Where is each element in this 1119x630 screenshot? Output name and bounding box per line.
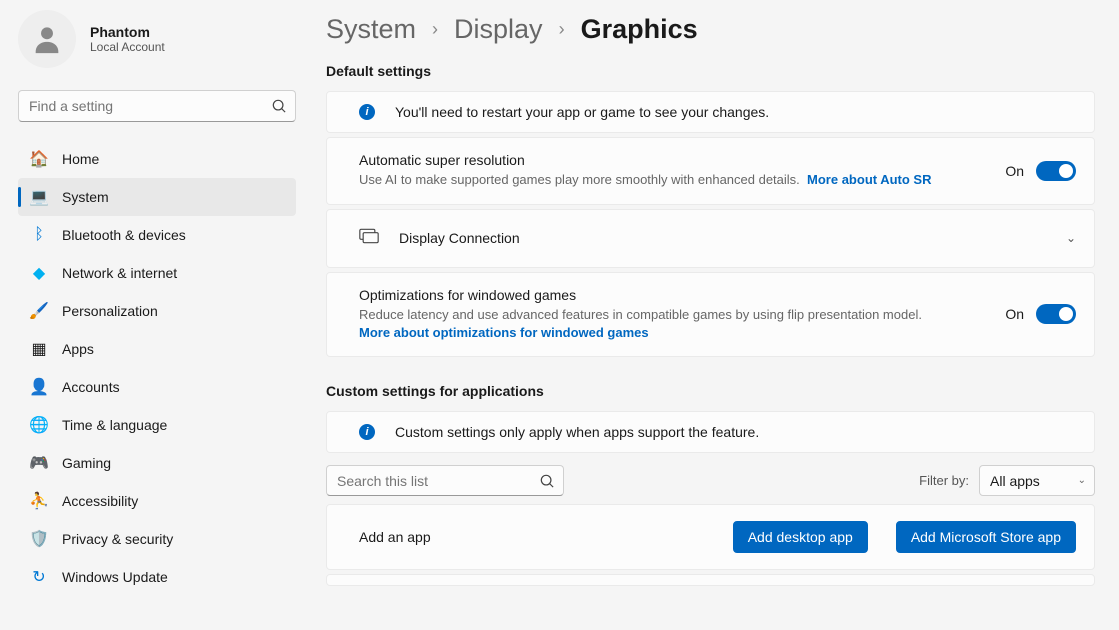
- chevron-down-icon: ⌄: [1066, 231, 1076, 245]
- custom-info-card: i Custom settings only apply when apps s…: [326, 411, 1095, 453]
- filter-value: All apps: [990, 473, 1040, 489]
- user-name: Phantom: [90, 24, 165, 40]
- sidebar-item-network[interactable]: ◆ Network & internet: [18, 254, 296, 292]
- system-icon: 💻: [30, 188, 48, 206]
- sidebar-item-label: Network & internet: [62, 265, 177, 281]
- breadcrumb-system[interactable]: System: [326, 14, 416, 45]
- sidebar-item-label: Apps: [62, 341, 94, 357]
- info-icon: i: [359, 424, 375, 440]
- windowed-sub: Reduce latency and use advanced features…: [359, 305, 985, 325]
- search-icon: [540, 474, 554, 488]
- restart-info-card: i You'll need to restart your app or gam…: [326, 91, 1095, 133]
- apps-icon: ▦: [30, 340, 48, 358]
- avatar: [18, 10, 76, 68]
- sidebar-item-label: System: [62, 189, 109, 205]
- accessibility-icon: ⛹: [30, 492, 48, 510]
- update-icon: ↻: [30, 568, 48, 586]
- section-custom-title: Custom settings for applications: [326, 383, 1095, 399]
- shield-icon: 🛡️: [30, 530, 48, 548]
- windowed-title: Optimizations for windowed games: [359, 287, 985, 303]
- chevron-right-icon: ›: [559, 19, 565, 40]
- sidebar: Phantom Local Account 🏠 Home 💻 System ᛒ Blu…: [0, 0, 310, 630]
- search-wrap: [18, 90, 296, 122]
- sidebar-item-label: Bluetooth & devices: [62, 227, 186, 243]
- main: System › Display › Graphics Default sett…: [310, 0, 1119, 630]
- sidebar-item-bluetooth[interactable]: ᛒ Bluetooth & devices: [18, 216, 296, 254]
- asr-sub: Use AI to make supported games play more…: [359, 172, 800, 187]
- chevron-down-icon: ⌄: [1078, 475, 1086, 486]
- info-icon: i: [359, 104, 375, 120]
- gamepad-icon: 🎮: [30, 454, 48, 472]
- user-sub: Local Account: [90, 40, 165, 54]
- brush-icon: 🖌️: [30, 302, 48, 320]
- wifi-icon: ◆: [30, 264, 48, 282]
- add-desktop-button[interactable]: Add desktop app: [733, 521, 868, 553]
- nav: 🏠 Home 💻 System ᛒ Bluetooth & devices ◆ Netw…: [18, 136, 310, 596]
- bluetooth-icon: ᛒ: [30, 226, 48, 244]
- sidebar-item-home[interactable]: 🏠 Home: [18, 140, 296, 178]
- home-icon: 🏠: [30, 150, 48, 168]
- add-store-button[interactable]: Add Microsoft Store app: [896, 521, 1076, 553]
- sidebar-item-update[interactable]: ↻ Windows Update: [18, 558, 296, 596]
- windowed-toggle[interactable]: [1036, 304, 1076, 324]
- windowed-state: On: [1005, 306, 1024, 322]
- user-block[interactable]: Phantom Local Account: [18, 8, 310, 80]
- asr-title: Automatic super resolution: [359, 152, 985, 168]
- breadcrumb: System › Display › Graphics: [326, 14, 1095, 45]
- asr-state: On: [1005, 163, 1024, 179]
- sidebar-item-accessibility[interactable]: ⛹ Accessibility: [18, 482, 296, 520]
- list-search-input[interactable]: [326, 465, 564, 496]
- sidebar-item-label: Privacy & security: [62, 531, 173, 547]
- asr-toggle[interactable]: [1036, 161, 1076, 181]
- display-icon: [359, 228, 379, 249]
- filter-label: Filter by:: [919, 473, 969, 488]
- add-app-card: Add an app Add desktop app Add Microsoft…: [326, 504, 1095, 570]
- search-input[interactable]: [18, 90, 296, 122]
- sidebar-item-time[interactable]: 🌐 Time & language: [18, 406, 296, 444]
- add-app-title: Add an app: [359, 529, 713, 545]
- user-icon: [30, 22, 64, 56]
- custom-info-text: Custom settings only apply when apps sup…: [395, 424, 1076, 440]
- sidebar-item-label: Personalization: [62, 303, 158, 319]
- sidebar-item-gaming[interactable]: 🎮 Gaming: [18, 444, 296, 482]
- breadcrumb-display[interactable]: Display: [454, 14, 543, 45]
- sidebar-item-accounts[interactable]: 👤 Accounts: [18, 368, 296, 406]
- sidebar-item-privacy[interactable]: 🛡️ Privacy & security: [18, 520, 296, 558]
- chevron-right-icon: ›: [432, 19, 438, 40]
- sidebar-item-label: Home: [62, 151, 99, 167]
- breadcrumb-graphics: Graphics: [581, 14, 698, 45]
- sidebar-item-label: Accounts: [62, 379, 120, 395]
- sidebar-item-label: Time & language: [62, 417, 167, 433]
- windowed-card: Optimizations for windowed games Reduce …: [326, 272, 1095, 358]
- sidebar-item-system[interactable]: 💻 System: [18, 178, 296, 216]
- section-default-title: Default settings: [326, 63, 1095, 79]
- restart-info-text: You'll need to restart your app or game …: [395, 104, 1076, 120]
- filter-select[interactable]: All apps ⌄: [979, 465, 1095, 496]
- filter-row: Filter by: All apps ⌄: [326, 465, 1095, 496]
- sidebar-item-apps[interactable]: ▦ Apps: [18, 330, 296, 368]
- asr-link[interactable]: More about Auto SR: [807, 172, 931, 187]
- sidebar-item-personalization[interactable]: 🖌️ Personalization: [18, 292, 296, 330]
- placeholder-card: [326, 574, 1095, 586]
- sidebar-item-label: Gaming: [62, 455, 111, 471]
- search-icon: [272, 99, 286, 113]
- sidebar-item-label: Windows Update: [62, 569, 168, 585]
- display-connection-title: Display Connection: [399, 230, 1046, 246]
- globe-icon: 🌐: [30, 416, 48, 434]
- asr-card: Automatic super resolution Use AI to mak…: [326, 137, 1095, 205]
- windowed-link[interactable]: More about optimizations for windowed ga…: [359, 325, 649, 340]
- display-connection-card[interactable]: Display Connection ⌄: [326, 209, 1095, 268]
- sidebar-item-label: Accessibility: [62, 493, 138, 509]
- person-icon: 👤: [30, 378, 48, 396]
